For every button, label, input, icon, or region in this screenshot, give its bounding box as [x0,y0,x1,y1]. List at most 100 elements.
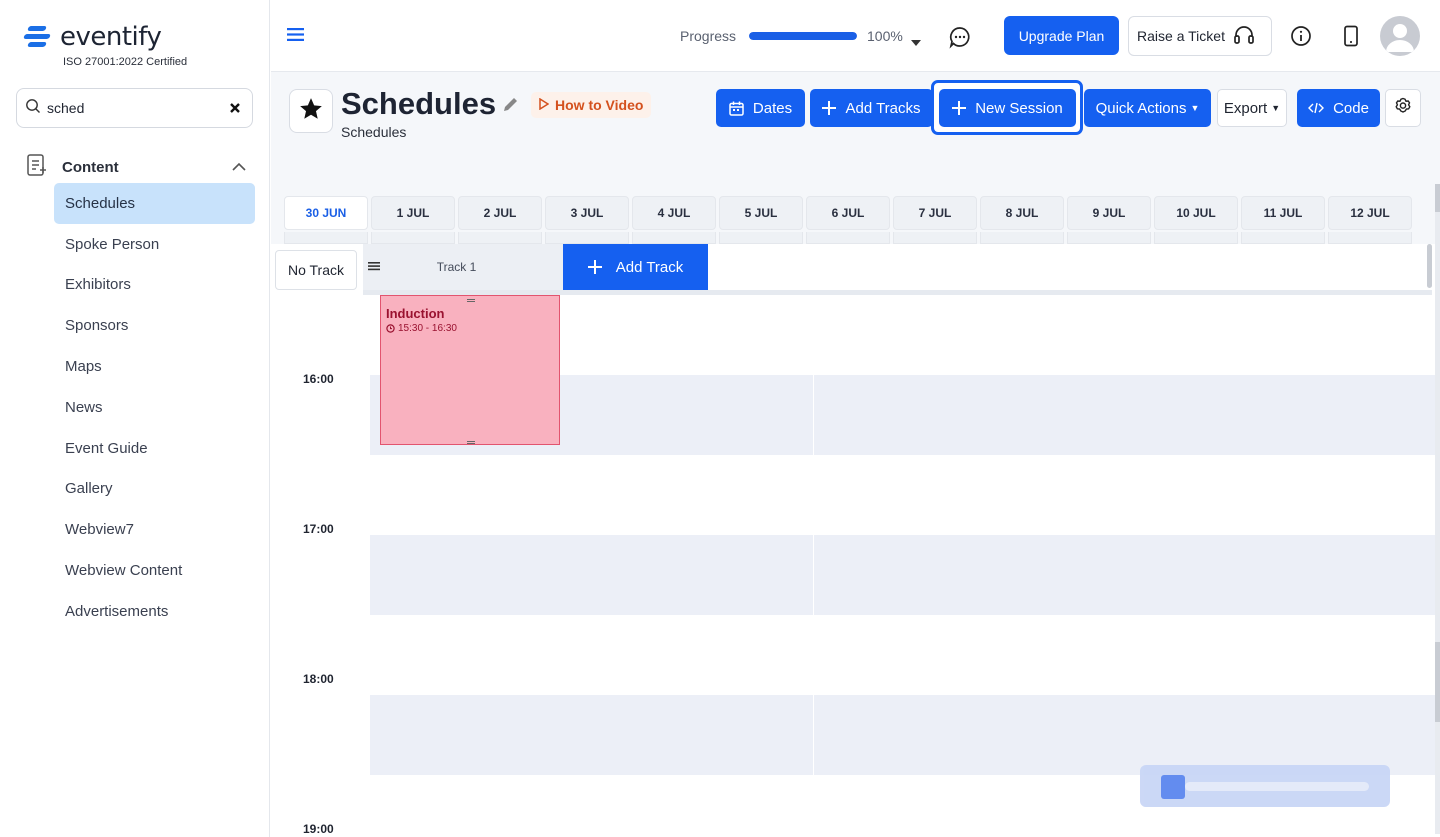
resize-handle-top[interactable] [467,299,475,302]
date-tab-9-jul[interactable]: 9 JUL [1067,196,1151,230]
progress-label: Progress [680,28,737,44]
clear-search-icon[interactable] [228,99,242,117]
schedule-scrollbar[interactable] [1435,184,1440,834]
export-label: Export [1223,99,1268,117]
edit-pencil-icon[interactable] [501,94,521,119]
resize-handle-bottom[interactable] [467,441,475,444]
sidebar-item-webview-content[interactable]: Webview Content [54,550,255,591]
caret-down-icon[interactable] [911,33,921,51]
sidebar-item-exhibitors[interactable]: Exhibitors [54,265,255,306]
no-track-button[interactable]: No Track [275,250,357,290]
date-tab-1-jul[interactable]: 1 JUL [371,196,455,230]
date-tab-3-jul[interactable]: 3 JUL [545,196,629,230]
content-section-toggle[interactable]: Content [26,153,246,182]
page-icon [289,89,333,133]
schedule-scroll-thumb-lower[interactable] [1435,642,1440,722]
upgrade-plan-button[interactable]: Upgrade Plan [1004,16,1119,55]
plus-icon [952,101,967,115]
date-tab-2-jul[interactable]: 2 JUL [458,196,542,230]
date-tabs-lower [284,232,1415,244]
date-tab-6-jul[interactable]: 6 JUL [806,196,890,230]
date-tabs: 30 JUN 1 JUL 2 JUL 3 JUL 4 JUL 5 JUL 6 J… [284,196,1415,230]
tracks-scrollbar[interactable] [1427,244,1432,288]
date-tab-12-jul[interactable]: 12 JUL [1328,196,1412,230]
chevron-up-icon [232,159,246,177]
star-icon [298,96,324,127]
search-icon [25,98,41,119]
sidebar-item-advertisements[interactable]: Advertisements [54,591,255,632]
quick-actions-label: Quick Actions [1095,99,1187,117]
add-track-label: Add Track [615,258,684,276]
date-tab-7-jul[interactable]: 7 JUL [893,196,977,230]
sidebar-item-webview7[interactable]: Webview7 [54,509,255,550]
code-label: Code [1333,99,1369,117]
scroll-track [1185,782,1369,791]
sidebar: eventify ISO 27001:2022 Certified Conten… [0,0,270,837]
sidebar-item-news[interactable]: News [54,387,255,428]
certification-label: ISO 27001:2022 Certified [63,56,188,68]
new-session-button[interactable]: New Session [939,89,1076,127]
sidebar-item-sponsors[interactable]: Sponsors [54,305,255,346]
caret-down-icon: ▼ [1271,103,1281,113]
session-card[interactable]: Induction 15:30 - 16:30 [380,295,560,445]
date-tab-10-jul[interactable]: 10 JUL [1154,196,1238,230]
page-breadcrumb: Schedules [341,124,407,140]
date-tab-11-jul[interactable]: 11 JUL [1241,196,1325,230]
tracks-header: No Track Track 1 Add Track [271,244,1440,295]
sidebar-item-schedules[interactable]: Schedules [54,183,255,224]
hour-band [370,535,1440,615]
mobile-preview-icon[interactable] [1342,25,1360,52]
clock-icon [386,324,395,333]
session-time-text: 15:30 - 16:30 [398,323,457,334]
sidebar-item-maps[interactable]: Maps [54,346,255,387]
time-label: 19:00 [303,822,334,836]
schedule-grid: No Track Track 1 Add Track 16:00 17:00 1… [271,184,1440,837]
date-tab-30-jun[interactable]: 30 JUN [284,196,368,230]
horizontal-scroll-widget[interactable] [1140,765,1390,807]
plus-icon [822,101,837,115]
logo[interactable]: eventify [23,22,162,52]
how-to-video-label: How to Video [555,97,644,113]
date-tab-5-jul[interactable]: 5 JUL [719,196,803,230]
sidebar-item-event-guide[interactable]: Event Guide [54,428,255,469]
track-name: Track 1 [436,260,477,274]
drag-handle-icon[interactable] [368,258,380,276]
add-tracks-button[interactable]: Add Tracks [810,89,933,127]
scroll-thumb[interactable] [1161,775,1185,799]
progress-fill [749,32,857,40]
user-avatar[interactable] [1380,16,1420,56]
search-input[interactable] [47,100,228,116]
schedule-scroll-thumb[interactable] [1435,184,1440,212]
track-column-header[interactable]: Track 1 [363,244,563,290]
export-dropdown[interactable]: Export ▼ [1217,89,1287,127]
caret-down-icon: ▼ [1190,103,1200,113]
settings-button[interactable] [1385,89,1421,127]
page-title: Schedules [341,86,497,121]
info-icon[interactable] [1290,25,1312,52]
time-label: 17:00 [303,522,334,536]
add-track-button[interactable]: Add Track [563,244,708,290]
sidebar-item-gallery[interactable]: Gallery [54,469,255,510]
play-icon [539,97,550,113]
hour-band [370,695,1440,775]
date-tab-4-jul[interactable]: 4 JUL [632,196,716,230]
add-tracks-label: Add Tracks [845,99,921,117]
time-label: 16:00 [303,372,334,386]
raise-ticket-button[interactable]: Raise a Ticket [1128,16,1272,56]
session-title: Induction [386,306,445,321]
dates-button[interactable]: Dates [716,89,805,127]
new-session-label: New Session [975,99,1063,117]
sidebar-item-spoke-person[interactable]: Spoke Person [54,224,255,265]
calendar-icon [729,101,744,116]
top-bar: Progress 100% Upgrade Plan Raise a Ticke… [271,0,1440,72]
date-tab-8-jul[interactable]: 8 JUL [980,196,1064,230]
dates-label: Dates [752,99,793,117]
chat-icon[interactable] [948,25,972,54]
code-button[interactable]: Code [1297,89,1380,127]
time-label: 18:00 [303,672,334,686]
how-to-video-link[interactable]: How to Video [531,92,652,118]
gear-icon [1394,97,1412,119]
menu-toggle-icon[interactable] [287,27,304,47]
quick-actions-dropdown[interactable]: Quick Actions ▼ [1084,89,1211,127]
main-content: Schedules How to Video Schedules Dates A… [271,72,1440,837]
